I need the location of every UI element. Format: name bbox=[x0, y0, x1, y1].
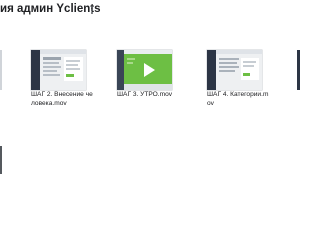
file-thumbnail[interactable] bbox=[117, 50, 172, 90]
file-name[interactable]: ШАГ 4. Категории.mov bbox=[207, 91, 271, 108]
file-name[interactable]: ШАГ 2. Внесение человека.mov bbox=[31, 91, 95, 108]
partial-file-thumbnail-bottom[interactable] bbox=[0, 146, 2, 174]
partial-file-thumbnail-left[interactable] bbox=[0, 50, 2, 90]
screen-recording-preview bbox=[31, 50, 86, 90]
folder-title: ия админ Yclients bbox=[0, 3, 101, 15]
video-preview bbox=[117, 50, 172, 90]
file-thumbnail[interactable] bbox=[31, 50, 86, 90]
file-thumbnail[interactable] bbox=[207, 50, 262, 90]
more-options-icon[interactable] bbox=[87, 3, 97, 17]
file-name[interactable]: ШАГ 3. УТРО.mov bbox=[117, 91, 181, 100]
partial-file-thumbnail-right[interactable] bbox=[297, 50, 300, 90]
screen-recording-preview bbox=[207, 50, 262, 90]
